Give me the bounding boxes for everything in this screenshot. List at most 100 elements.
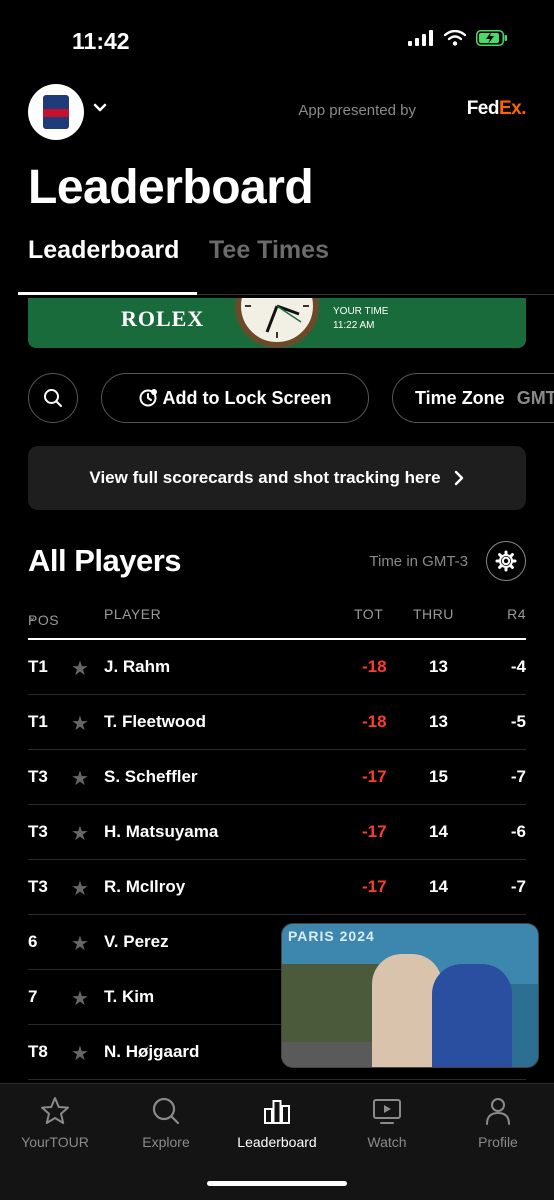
nav-leaderboard-label: Leaderboard bbox=[237, 1134, 317, 1150]
clock-icon bbox=[235, 298, 319, 348]
row-tot: -17 bbox=[362, 877, 387, 896]
nav-explore-label: Explore bbox=[142, 1134, 190, 1150]
row-pos: T1 bbox=[28, 712, 48, 731]
row-thru: 14 bbox=[429, 822, 448, 841]
row-pos: T1 bbox=[28, 657, 48, 676]
row-pos: 6 bbox=[28, 932, 38, 951]
row-thru: 13 bbox=[429, 657, 448, 676]
status-time: 11:42 bbox=[72, 28, 130, 54]
your-time-value: 11:22 AM bbox=[333, 320, 375, 331]
nav-yourtour-label: YourTOUR bbox=[21, 1134, 89, 1150]
row-tot: -17 bbox=[362, 767, 387, 786]
tot-column-header: TOT bbox=[354, 606, 384, 622]
leaderboard-icon bbox=[264, 1100, 290, 1124]
nav-profile-label: Profile bbox=[478, 1134, 518, 1150]
search-button[interactable] bbox=[28, 373, 78, 423]
player-column-header: PLAYER bbox=[104, 606, 162, 622]
row-r4: -7 bbox=[510, 767, 526, 786]
star-icon bbox=[41, 1097, 69, 1124]
presented-by-text: App presented by bbox=[298, 102, 416, 119]
favorite-star-icon[interactable]: ★ bbox=[71, 876, 89, 901]
row-player: H. Matsuyama bbox=[104, 822, 219, 841]
row-pos: T3 bbox=[28, 822, 48, 841]
table-row[interactable]: T1 ★ T. Fleetwood -18 13 -5 bbox=[28, 695, 526, 750]
row-r4: -7 bbox=[510, 877, 526, 896]
status-bar: 11:42 bbox=[0, 0, 554, 80]
row-tot: -18 bbox=[362, 657, 387, 676]
nav-watch-label: Watch bbox=[367, 1134, 407, 1150]
time-zone-note: Time in GMT-3 bbox=[369, 553, 468, 570]
sort-chevron-icon: ⌄ bbox=[28, 612, 37, 623]
nav-watch[interactable]: Watch bbox=[332, 1094, 442, 1150]
row-tot: -18 bbox=[362, 712, 387, 731]
row-thru: 15 bbox=[429, 767, 448, 786]
video-athlete bbox=[432, 964, 512, 1067]
row-thru: 13 bbox=[429, 712, 448, 731]
settings-button[interactable] bbox=[486, 541, 526, 581]
row-player: T. Fleetwood bbox=[104, 712, 206, 731]
r4-column-header: R4 bbox=[507, 606, 526, 622]
row-player: R. McIlroy bbox=[104, 877, 186, 896]
add-to-lock-screen-button[interactable]: Add to Lock Screen bbox=[101, 373, 369, 423]
tab-tee-times[interactable]: Tee Times bbox=[209, 236, 329, 265]
row-pos: T3 bbox=[28, 877, 48, 896]
tour-logo-button[interactable] bbox=[28, 84, 84, 140]
favorite-star-icon[interactable]: ★ bbox=[71, 821, 89, 846]
your-time-label: YOUR TIME bbox=[333, 306, 389, 317]
table-row[interactable]: T3 ★ H. Matsuyama -17 14 -6 bbox=[28, 805, 526, 860]
tab-leaderboard[interactable]: Leaderboard bbox=[28, 236, 179, 265]
row-tot: -17 bbox=[362, 822, 387, 841]
add-to-lock-screen-label: Add to Lock Screen bbox=[162, 387, 332, 408]
nav-profile[interactable]: Profile bbox=[443, 1094, 553, 1150]
gear-icon bbox=[495, 550, 517, 572]
view-scorecards-text: View full scorecards and shot tracking h… bbox=[89, 468, 441, 487]
pga-tour-logo bbox=[43, 95, 69, 129]
table-row[interactable]: T3 ★ S. Scheffler -17 15 -7 bbox=[28, 750, 526, 805]
search-icon bbox=[44, 389, 62, 407]
app-header: App presented by FedEx. bbox=[28, 84, 527, 140]
table-row[interactable]: T3 ★ R. McIlroy -17 14 -7 bbox=[28, 860, 526, 915]
row-pos: 7 bbox=[28, 987, 38, 1006]
table-row[interactable]: T1 ★ J. Rahm -18 13 -4 bbox=[28, 640, 526, 695]
chevron-down-icon[interactable] bbox=[92, 100, 108, 116]
picture-in-picture-video[interactable]: PARIS 2024 bbox=[281, 923, 539, 1068]
favorite-star-icon[interactable]: ★ bbox=[71, 656, 89, 681]
favorite-star-icon[interactable]: ★ bbox=[71, 1041, 89, 1066]
favorite-star-icon[interactable]: ★ bbox=[71, 766, 89, 791]
home-indicator bbox=[207, 1181, 347, 1186]
wifi-icon bbox=[444, 30, 466, 46]
favorite-star-icon[interactable]: ★ bbox=[71, 711, 89, 736]
action-pills: Add to Lock Screen Time Zone GMT bbox=[28, 373, 554, 423]
row-r4: -6 bbox=[510, 822, 526, 841]
chevron-right-icon bbox=[454, 470, 463, 486]
row-player: N. Højgaard bbox=[104, 1042, 200, 1061]
view-scorecards-banner[interactable]: View full scorecards and shot tracking h… bbox=[28, 446, 526, 510]
time-zone-value: GMT bbox=[516, 387, 554, 408]
time-zone-label: Time Zone bbox=[415, 387, 505, 408]
tab-bar: Leaderboard Tee Times bbox=[0, 236, 554, 298]
thru-column-header: THRU bbox=[413, 606, 454, 622]
row-pos: T3 bbox=[28, 767, 48, 786]
favorite-star-icon[interactable]: ★ bbox=[71, 986, 89, 1011]
fedex-logo: FedEx. bbox=[466, 98, 527, 119]
row-r4: -5 bbox=[510, 712, 526, 731]
time-zone-button[interactable]: Time Zone GMT bbox=[392, 373, 554, 423]
rolex-ad-banner[interactable]: ROLEX YOUR TIME 11:22 AM bbox=[28, 298, 526, 348]
signal-icon bbox=[408, 30, 433, 46]
nav-yourtour[interactable]: YourTOUR bbox=[0, 1094, 110, 1150]
profile-icon bbox=[486, 1098, 510, 1125]
nav-leaderboard[interactable]: Leaderboard bbox=[222, 1094, 332, 1150]
battery-charging-icon bbox=[476, 30, 507, 46]
nav-explore[interactable]: Explore bbox=[111, 1094, 221, 1150]
watch-icon bbox=[373, 1099, 401, 1124]
status-icons bbox=[408, 30, 508, 46]
active-tab-indicator bbox=[18, 292, 197, 295]
row-r4: -4 bbox=[510, 657, 526, 676]
leaderboard-table-header: POS ⌄ PLAYER TOT THRU R4 bbox=[28, 606, 526, 628]
lock-screen-widget-icon bbox=[139, 389, 158, 407]
row-player: V. Perez bbox=[104, 932, 169, 951]
search-icon bbox=[152, 1097, 180, 1125]
row-player: J. Rahm bbox=[104, 657, 171, 676]
rolex-logo: ROLEX bbox=[121, 306, 205, 331]
favorite-star-icon[interactable]: ★ bbox=[71, 931, 89, 956]
